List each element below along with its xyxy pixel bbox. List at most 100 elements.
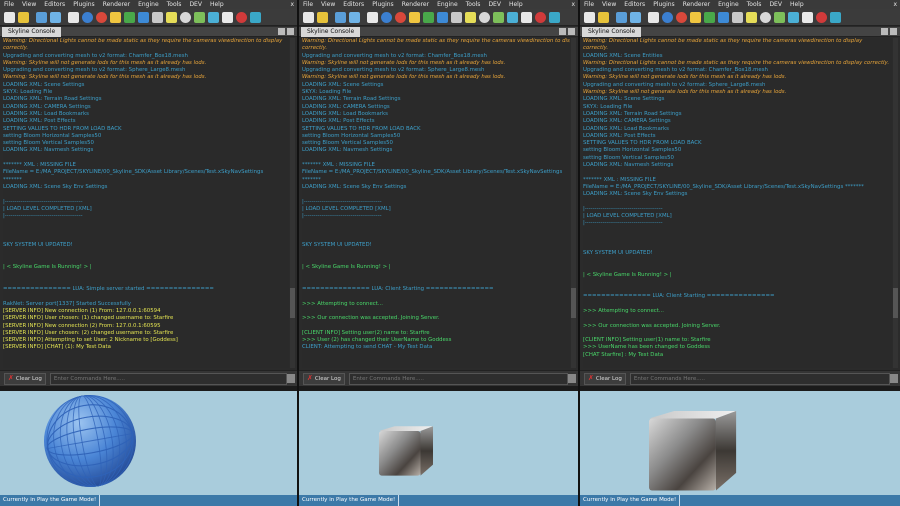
color-wheel-icon[interactable] [395, 11, 406, 23]
menu-plugins[interactable]: Plugins [649, 1, 679, 8]
sun-icon[interactable] [110, 11, 121, 23]
wand-icon[interactable] [18, 11, 29, 23]
box-icon[interactable] [437, 11, 448, 23]
menu-help[interactable]: Help [206, 1, 228, 8]
console-tab[interactable]: Skyline Console [2, 27, 62, 37]
wand-icon[interactable] [598, 11, 609, 23]
cube-icon[interactable] [152, 11, 163, 23]
menu-dev[interactable]: DEV [484, 1, 505, 8]
game-viewport[interactable] [580, 391, 900, 495]
chart-icon[interactable] [521, 11, 532, 23]
menu-editors[interactable]: Editors [40, 1, 69, 8]
save-as-icon[interactable] [50, 11, 61, 23]
menu-plugins[interactable]: Plugins [69, 1, 99, 8]
star-icon[interactable] [465, 11, 476, 23]
cube-object[interactable] [299, 391, 578, 495]
menu-help[interactable]: Help [786, 1, 808, 8]
grid-icon[interactable] [367, 11, 378, 23]
save-icon[interactable] [36, 11, 47, 23]
circle-arrow-icon[interactable] [535, 11, 546, 23]
scrollbar-thumb[interactable] [290, 288, 295, 318]
play-icon[interactable] [549, 11, 560, 23]
save-icon[interactable] [335, 11, 346, 23]
menu-file[interactable]: File [0, 1, 18, 8]
clear-log-button[interactable]: ✗ Clear Log [303, 372, 345, 385]
page-icon[interactable] [303, 11, 314, 23]
menu-tools[interactable]: Tools [163, 1, 186, 8]
camera-icon[interactable] [82, 11, 93, 23]
layers-icon[interactable] [124, 11, 135, 23]
close-icon[interactable]: x [567, 1, 578, 8]
close-icon[interactable]: x [889, 1, 900, 8]
star-icon[interactable] [166, 11, 177, 23]
grid-icon[interactable] [68, 11, 79, 23]
cube-icon[interactable] [451, 11, 462, 23]
close-icon[interactable] [287, 28, 294, 35]
refresh-icon[interactable] [507, 11, 518, 23]
menu-view[interactable]: View [317, 1, 339, 8]
menu-file[interactable]: File [299, 1, 317, 8]
restore-icon[interactable] [559, 28, 566, 35]
game-viewport[interactable] [299, 391, 578, 495]
menu-dev[interactable]: DEV [185, 1, 206, 8]
command-submit-icon[interactable] [287, 374, 295, 383]
save-as-icon[interactable] [630, 11, 641, 23]
circle-arrow-icon[interactable] [816, 11, 827, 23]
command-submit-icon[interactable] [890, 374, 898, 383]
menu-plugins[interactable]: Plugins [368, 1, 398, 8]
balance-icon[interactable] [180, 11, 191, 23]
menu-engine[interactable]: Engine [433, 1, 462, 8]
menu-renderer[interactable]: Renderer [679, 1, 714, 8]
close-icon[interactable]: x [286, 1, 297, 8]
restore-icon[interactable] [278, 28, 285, 35]
menu-engine[interactable]: Engine [714, 1, 743, 8]
box-icon[interactable] [138, 11, 149, 23]
play-icon[interactable] [830, 11, 841, 23]
balance-icon[interactable] [760, 11, 771, 23]
camera-icon[interactable] [381, 11, 392, 23]
menu-view[interactable]: View [18, 1, 40, 8]
menu-editors[interactable]: Editors [339, 1, 368, 8]
clear-log-button[interactable]: ✗ Clear Log [4, 372, 46, 385]
scrollbar-thumb[interactable] [571, 288, 576, 318]
terrain-icon[interactable] [194, 11, 205, 23]
game-viewport[interactable] [0, 391, 297, 495]
cube-object[interactable] [580, 391, 900, 495]
chart-icon[interactable] [802, 11, 813, 23]
menu-file[interactable]: File [580, 1, 598, 8]
clear-log-button[interactable]: ✗ Clear Log [584, 372, 626, 385]
scrollbar-thumb[interactable] [893, 288, 898, 318]
save-as-icon[interactable] [349, 11, 360, 23]
close-icon[interactable] [568, 28, 575, 35]
menu-dev[interactable]: DEV [765, 1, 786, 8]
sphere-object[interactable] [0, 391, 297, 495]
console-scrollbar[interactable] [571, 38, 576, 368]
close-icon[interactable] [890, 28, 897, 35]
box-icon[interactable] [718, 11, 729, 23]
menu-editors[interactable]: Editors [620, 1, 649, 8]
layers-icon[interactable] [423, 11, 434, 23]
play-icon[interactable] [250, 11, 261, 23]
command-input[interactable] [629, 372, 890, 385]
sun-icon[interactable] [409, 11, 420, 23]
console-scrollbar[interactable] [893, 38, 898, 368]
menu-help[interactable]: Help [505, 1, 527, 8]
refresh-icon[interactable] [788, 11, 799, 23]
layers-icon[interactable] [704, 11, 715, 23]
wand-icon[interactable] [317, 11, 328, 23]
menu-tools[interactable]: Tools [743, 1, 766, 8]
refresh-icon[interactable] [208, 11, 219, 23]
grid-icon[interactable] [648, 11, 659, 23]
command-submit-icon[interactable] [568, 374, 576, 383]
cube-icon[interactable] [732, 11, 743, 23]
page-icon[interactable] [584, 11, 595, 23]
color-wheel-icon[interactable] [676, 11, 687, 23]
menu-renderer[interactable]: Renderer [99, 1, 134, 8]
camera-icon[interactable] [662, 11, 673, 23]
save-icon[interactable] [616, 11, 627, 23]
terrain-icon[interactable] [493, 11, 504, 23]
menu-renderer[interactable]: Renderer [398, 1, 433, 8]
command-input[interactable] [348, 372, 568, 385]
chart-icon[interactable] [222, 11, 233, 23]
menu-engine[interactable]: Engine [134, 1, 163, 8]
